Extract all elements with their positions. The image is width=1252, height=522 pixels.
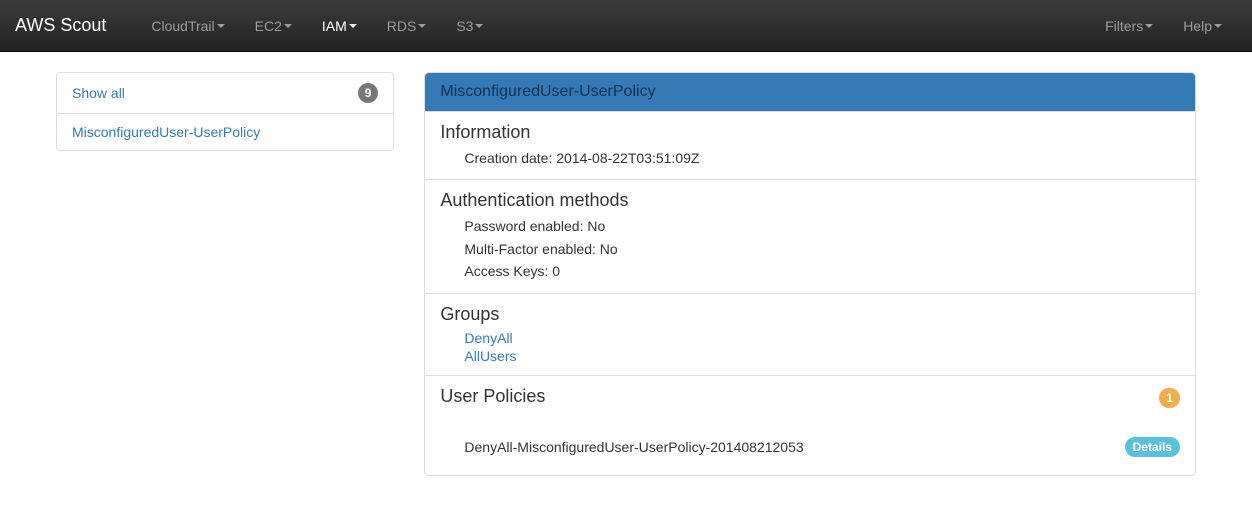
nav-rds[interactable]: RDS	[372, 3, 442, 49]
auth-password: Password enabled: No	[464, 215, 1180, 237]
details-button[interactable]: Details	[1125, 437, 1180, 457]
top-navbar: AWS Scout CloudTrail EC2 IAM RDS S3 Filt…	[0, 0, 1252, 52]
auth-keys: Access Keys: 0	[464, 260, 1180, 282]
group-link[interactable]: AllUsers	[464, 347, 1180, 365]
caret-icon	[284, 24, 292, 28]
sidebar-item-label: MisconfiguredUser-UserPolicy	[72, 124, 260, 140]
sidebar-count-badge: 9	[358, 83, 379, 103]
caret-icon	[1145, 24, 1153, 28]
section-user-policies: User Policies 1 DenyAll-MisconfiguredUse…	[425, 375, 1195, 475]
auth-mfa: Multi-Factor enabled: No	[464, 238, 1180, 260]
nav-label: S3	[456, 18, 473, 34]
panel-title-bar: MisconfiguredUser-UserPolicy	[425, 73, 1195, 111]
policy-row: DenyAll-MisconfiguredUser-UserPolicy-201…	[440, 429, 1180, 465]
nav-label: IAM	[322, 18, 347, 34]
caret-icon	[475, 24, 483, 28]
sidebar-item[interactable]: MisconfiguredUser-UserPolicy	[57, 114, 393, 150]
caret-icon	[1214, 24, 1222, 28]
nav-s3[interactable]: S3	[441, 3, 498, 49]
nav-cloudtrail[interactable]: CloudTrail	[136, 3, 239, 49]
section-heading: Information	[440, 122, 1180, 143]
section-heading: User Policies	[440, 386, 545, 407]
sidebar-list: Show all 9 MisconfiguredUser-UserPolicy	[56, 72, 394, 151]
nav-label: RDS	[387, 18, 417, 34]
panel-title: MisconfiguredUser-UserPolicy	[440, 83, 655, 100]
nav-label: CloudTrail	[151, 18, 214, 34]
info-creation-date: Creation date: 2014-08-22T03:51:09Z	[464, 147, 1180, 169]
section-auth: Authentication methods Password enabled:…	[425, 179, 1195, 292]
policies-count-badge: 1	[1159, 388, 1180, 408]
nav-ec2[interactable]: EC2	[240, 3, 307, 49]
caret-icon	[418, 24, 426, 28]
nav-iam[interactable]: IAM	[307, 3, 372, 49]
nav-help[interactable]: Help	[1168, 3, 1237, 49]
sidebar-show-all[interactable]: Show all 9	[57, 73, 393, 114]
detail-panel: MisconfiguredUser-UserPolicy Information…	[424, 72, 1196, 476]
caret-icon	[349, 24, 357, 28]
caret-icon	[217, 24, 225, 28]
policy-name: DenyAll-MisconfiguredUser-UserPolicy-201…	[464, 439, 803, 455]
section-information: Information Creation date: 2014-08-22T03…	[425, 111, 1195, 179]
group-link[interactable]: DenyAll	[464, 329, 1180, 347]
section-heading: Authentication methods	[440, 190, 1180, 211]
section-heading: Groups	[440, 304, 1180, 325]
nav-label: Help	[1183, 18, 1212, 34]
nav-filters[interactable]: Filters	[1090, 3, 1168, 49]
brand[interactable]: AWS Scout	[15, 0, 121, 51]
nav-label: Filters	[1105, 18, 1143, 34]
sidebar-show-all-label: Show all	[72, 85, 125, 101]
section-groups: Groups DenyAll AllUsers	[425, 293, 1195, 375]
nav-label: EC2	[255, 18, 282, 34]
